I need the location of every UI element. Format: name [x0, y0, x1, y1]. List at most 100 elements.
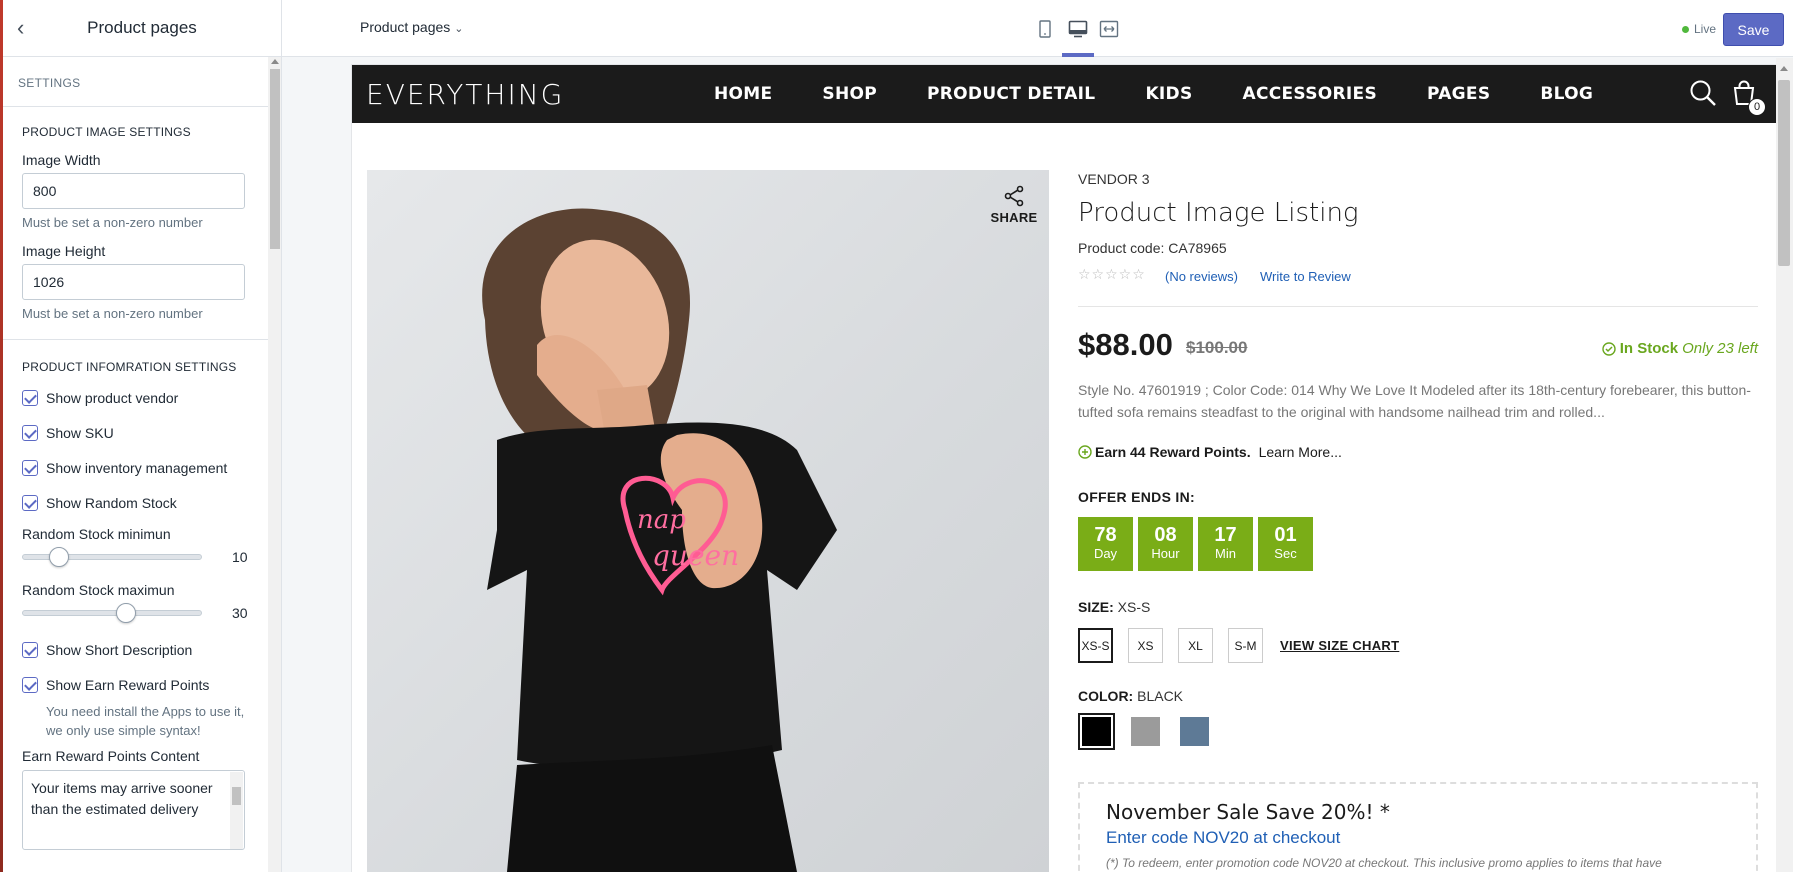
share-button[interactable]: SHARE — [989, 185, 1039, 225]
random-min-label: Random Stock minimun — [22, 526, 171, 542]
cart-count-badge: 0 — [1748, 98, 1766, 116]
product-price: $88.00 — [1078, 327, 1173, 362]
share-icon — [1004, 185, 1024, 207]
product-vendor: VENDOR 3 — [1078, 171, 1150, 187]
product-description: Style No. 47601919 ; Color Code: 014 Why… — [1078, 382, 1751, 420]
checkbox-checked-icon[interactable] — [22, 494, 38, 511]
checkbox-checked-icon[interactable] — [22, 459, 38, 476]
checkbox-checked-icon[interactable] — [22, 641, 38, 658]
info-settings-title: PRODUCT INFOMRATION SETTINGS — [22, 360, 237, 374]
slider-thumb[interactable] — [115, 603, 136, 623]
checkbox-checked-icon[interactable] — [22, 389, 38, 406]
countdown-min: 17 Min — [1198, 517, 1253, 571]
page-type-select[interactable]: Product pages ⌄ — [360, 19, 464, 35]
random-max-slider[interactable]: 30 — [22, 598, 249, 628]
checkbox-show-inventory[interactable]: Show inventory management — [22, 450, 249, 485]
sidebar-scroll-thumb[interactable] — [270, 69, 280, 249]
nav-blog[interactable]: BLOG — [1540, 84, 1593, 104]
product-photo: nap queen — [482, 208, 837, 872]
promo-code: Enter code NOV20 at checkout — [1106, 828, 1341, 847]
store-logo[interactable]: EVERYTHING — [366, 78, 564, 111]
scroll-up-arrow-icon[interactable] — [271, 59, 279, 64]
fullscreen-icon[interactable] — [1098, 18, 1120, 40]
promo-note: (*) To redeem, enter promotion code NOV2… — [1106, 856, 1662, 870]
mobile-icon[interactable] — [1034, 18, 1056, 40]
share-label: SHARE — [990, 210, 1038, 225]
image-height-input[interactable]: 1026 — [22, 264, 245, 300]
image-height-help: Must be set a non-zero number — [22, 306, 203, 321]
checkbox-show-earn-reward[interactable]: Show Earn Reward Points — [22, 667, 249, 702]
no-reviews-link[interactable]: (No reviews) — [1165, 269, 1238, 284]
nav-pages[interactable]: PAGES — [1427, 84, 1490, 104]
swatch-fill — [1131, 717, 1160, 746]
size-option[interactable]: XS-S — [1078, 628, 1113, 663]
checkbox-show-random-stock[interactable]: Show Random Stock — [22, 485, 249, 520]
color-swatch-black[interactable] — [1078, 713, 1115, 750]
size-label: SIZE: XS-S — [1078, 599, 1150, 615]
nav-product-detail[interactable]: PRODUCT DETAIL — [927, 84, 1095, 104]
promo-title: November Sale Save 20%! * — [1106, 800, 1390, 824]
rating-stars-icon[interactable]: ☆☆☆☆☆ — [1078, 266, 1146, 283]
size-option[interactable]: S-M — [1228, 628, 1263, 663]
countdown-number: 01 — [1274, 524, 1297, 546]
color-options — [1078, 713, 1225, 750]
size-selected-value: XS-S — [1117, 599, 1151, 615]
checkbox-checked-icon[interactable] — [22, 424, 38, 441]
reward-points: Earn 44 Reward Points. Learn More... — [1078, 444, 1342, 460]
settings-header: SETTINGS — [3, 57, 281, 107]
size-option[interactable]: XL — [1178, 628, 1213, 663]
checkbox-show-sku[interactable]: Show SKU — [22, 415, 249, 450]
countdown-unit: Min — [1215, 546, 1236, 561]
checkbox-label: Show Random Stock — [46, 494, 177, 511]
reward-content-textarea[interactable]: Your items may arrive sooner than the es… — [22, 770, 245, 850]
checkbox-show-short-description[interactable]: Show Short Description — [22, 632, 249, 667]
textarea-scrollbar[interactable] — [230, 772, 243, 849]
compare-price: $100.00 — [1186, 338, 1248, 357]
sidebar-title: Product pages — [87, 18, 197, 37]
write-review-link[interactable]: Write to Review — [1260, 269, 1351, 284]
product-image[interactable]: nap queen SHARE — [367, 170, 1049, 872]
random-min-slider[interactable]: 10 — [22, 542, 249, 572]
countdown-unit: Sec — [1274, 546, 1297, 561]
svg-text:nap: nap — [637, 505, 686, 535]
random-max-label: Random Stock maximun — [22, 582, 175, 598]
checkbox-label: Show inventory management — [46, 459, 228, 476]
chevron-left-icon[interactable]: ‹ — [17, 17, 24, 39]
chevron-down-icon: ⌄ — [454, 23, 464, 35]
color-swatch-grey[interactable] — [1127, 713, 1164, 750]
svg-text:queen: queen — [652, 539, 739, 572]
nav-accessories[interactable]: ACCESSORIES — [1243, 84, 1377, 104]
countdown-hour: 08 Hour — [1138, 517, 1193, 571]
color-swatch-blue[interactable] — [1176, 713, 1213, 750]
save-button[interactable]: Save — [1723, 13, 1784, 46]
textarea-scroll-thumb[interactable] — [232, 787, 241, 805]
slider-track[interactable] — [22, 603, 202, 623]
preview-scroll-thumb[interactable] — [1778, 80, 1790, 266]
nav-shop[interactable]: SHOP — [822, 84, 877, 104]
checkbox-checked-icon[interactable] — [22, 676, 38, 693]
sidebar-header: ‹ Product pages — [3, 0, 281, 57]
checkbox-label: Show SKU — [46, 424, 114, 441]
size-label-title: SIZE: — [1078, 599, 1114, 615]
size-options: XS-S XS XL S-M VIEW SIZE CHART — [1078, 628, 1399, 663]
learn-more-link[interactable]: Learn More... — [1259, 444, 1342, 460]
product-code: Product code: CA78965 — [1078, 240, 1227, 256]
image-height-label: Image Height — [22, 243, 106, 259]
view-size-chart-link[interactable]: VIEW SIZE CHART — [1280, 638, 1399, 653]
search-icon[interactable] — [1689, 79, 1717, 112]
nav-home[interactable]: HOME — [714, 84, 772, 104]
stock-left-text: Only 23 left — [1682, 340, 1758, 357]
image-width-input[interactable]: 800 — [22, 173, 245, 209]
checkbox-show-vendor[interactable]: Show product vendor — [22, 380, 249, 415]
nav-kids[interactable]: KIDS — [1145, 84, 1192, 104]
reward-content-label: Earn Reward Points Content — [22, 748, 200, 764]
scroll-up-arrow-icon[interactable] — [1780, 66, 1788, 71]
active-device-indicator — [1062, 53, 1094, 57]
size-option[interactable]: XS — [1128, 628, 1163, 663]
page-select-label: Product pages — [360, 19, 451, 35]
slider-track[interactable] — [22, 547, 202, 567]
slider-thumb[interactable] — [48, 547, 69, 567]
random-min-value: 10 — [232, 549, 248, 565]
desktop-icon[interactable] — [1067, 18, 1089, 40]
countdown-number: 17 — [1214, 524, 1237, 546]
